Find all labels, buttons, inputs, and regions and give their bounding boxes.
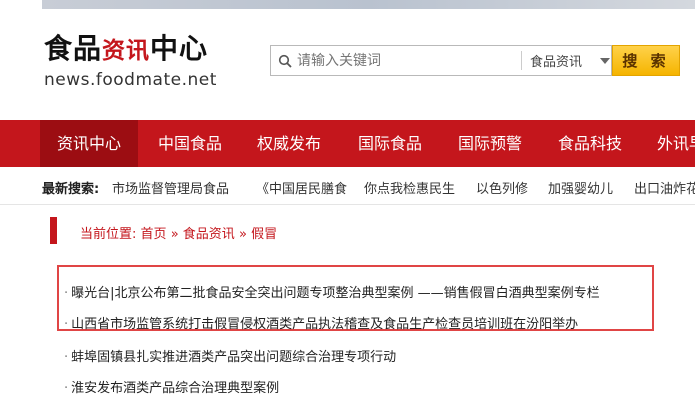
hot-search-bar: 最新搜索: 市场监督管理局食品 《中国居民膳食 你点我检惠民生 以色列修 加强婴… <box>0 167 695 205</box>
search-icon <box>273 46 297 75</box>
article-list-item[interactable]: · 山西省市场监管系统打击假冒侵权酒类产品执法稽查及食品生产检查员培训班在汾阳举办 <box>64 313 578 332</box>
breadcrumb-prefix: 当前位置: <box>80 227 137 242</box>
hot-search-link[interactable]: 出口油炸花 <box>634 178 695 197</box>
search-input[interactable] <box>297 47 517 74</box>
bullet-icon: · <box>64 381 69 395</box>
logo-text-red: 资讯 <box>102 38 151 64</box>
hot-search-link[interactable]: 市场监督管理局食品 <box>112 178 229 197</box>
search-divider <box>521 51 522 70</box>
nav-item-food-tech[interactable]: 食品科技 <box>541 120 639 167</box>
breadcrumb-marker <box>50 217 57 244</box>
logo-title: 食品资讯中心 <box>44 34 217 66</box>
bullet-icon: · <box>64 350 69 365</box>
main-nav: 资讯中心 中国食品 权威发布 国际食品 国际预警 食品科技 外讯早 <box>0 120 695 167</box>
logo-text-main: 食品 <box>44 32 103 65</box>
nav-item-china-food[interactable]: 中国食品 <box>141 120 239 167</box>
article-title[interactable]: 蚌埠固镇县扎实推进酒类产品突出问题综合治理专项行动 <box>71 350 396 365</box>
breadcrumb-section[interactable]: 食品资讯 <box>183 227 235 242</box>
search-box: 食品资讯 <box>270 45 612 76</box>
search-category-select[interactable]: 食品资讯 <box>530 51 598 70</box>
nav-item-news-center[interactable]: 资讯中心 <box>40 120 139 167</box>
breadcrumb-separator: » <box>170 227 179 242</box>
bullet-icon: · <box>64 286 69 301</box>
logo-url: news.foodmate.net <box>44 70 217 90</box>
hot-search-link[interactable]: 以色列修 <box>476 178 528 197</box>
nav-item-intl-alert[interactable]: 国际预警 <box>441 120 539 167</box>
hot-search-link[interactable]: 你点我检惠民生 <box>364 178 455 197</box>
breadcrumb: 当前位置: 首页 » 食品资讯 » 假冒 <box>80 223 277 242</box>
logo-text-tail: 中心 <box>150 32 209 65</box>
article-title[interactable]: 曝光台|北京公布第二批食品安全突出问题专项整治典型案例 ——销售假冒白酒典型案例… <box>71 286 600 301</box>
hot-search-link[interactable]: 《中国居民膳食 <box>256 178 347 197</box>
breadcrumb-home[interactable]: 首页 <box>141 227 167 242</box>
site-logo[interactable]: 食品资讯中心 news.foodmate.net <box>44 34 217 91</box>
article-list-item[interactable]: · 曝光台|北京公布第二批食品安全突出问题专项整治典型案例 ——销售假冒白酒典型案… <box>64 282 600 301</box>
bullet-icon: · <box>64 317 69 332</box>
breadcrumb-current[interactable]: 假冒 <box>251 227 277 242</box>
top-banner-strip <box>42 0 695 9</box>
article-title[interactable]: 山西省市场监管系统打击假冒侵权酒类产品执法稽查及食品生产检查员培训班在汾阳举办 <box>71 317 578 332</box>
search-button[interactable]: 搜 索 <box>612 45 680 76</box>
article-list-item[interactable]: · 淮安发布酒类产品综合治理典型案例 <box>64 377 279 395</box>
hot-search-label: 最新搜索: <box>42 182 100 197</box>
article-list-item[interactable]: · 蚌埠固镇县扎实推进酒类产品突出问题综合治理专项行动 <box>64 346 396 365</box>
nav-item-intl-food[interactable]: 国际食品 <box>341 120 439 167</box>
nav-item-foreign-news[interactable]: 外讯早 <box>640 120 695 167</box>
hot-search-link[interactable]: 加强婴幼儿 <box>548 178 613 197</box>
chevron-down-icon[interactable] <box>600 57 610 64</box>
article-title[interactable]: 淮安发布酒类产品综合治理典型案例 <box>71 381 279 395</box>
nav-item-official-release[interactable]: 权威发布 <box>240 120 338 167</box>
breadcrumb-separator: » <box>238 227 247 242</box>
